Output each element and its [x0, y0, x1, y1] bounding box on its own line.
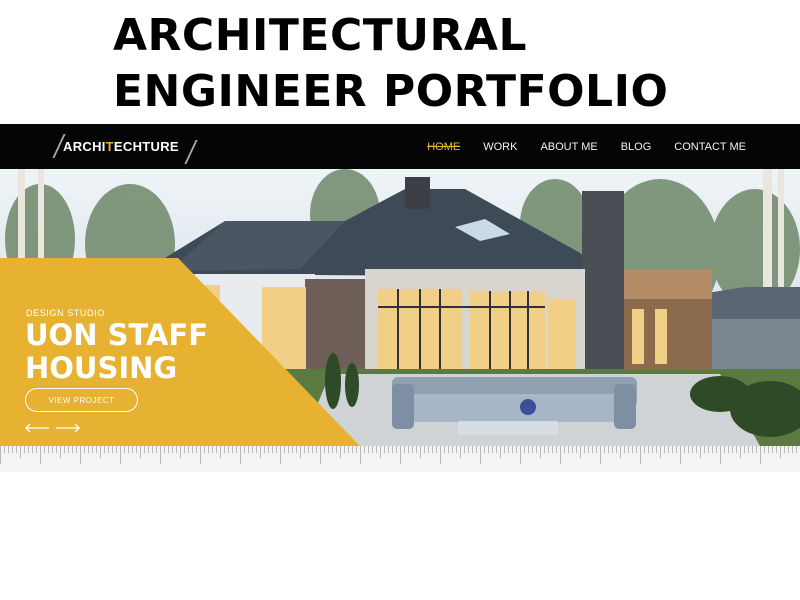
page-heading-line-1: ARCHITECTURAL [113, 10, 527, 61]
nav-menu: HOME WORK ABOUT ME BLOG CONTACT ME [427, 124, 746, 169]
logo-slash-right [184, 140, 198, 164]
logo-text-part-2: ECHTURE [113, 139, 179, 154]
nav-item-contact-me[interactable]: CONTACT ME [674, 141, 746, 153]
logo-text-accent: T [105, 139, 114, 154]
logo-text: ARCHITECHTURE [63, 139, 179, 154]
promo-label: DESIGN STUDIO [26, 308, 105, 318]
ruler-decoration [0, 446, 800, 472]
chimney-left [405, 177, 430, 209]
promo-title-line-1: UON STAFF [25, 318, 209, 352]
navbar: ARCHITECHTURE HOME WORK ABOUT ME BLOG CO… [0, 124, 800, 169]
view-project-button[interactable]: VIEW PROJECT [25, 388, 138, 412]
nav-item-home[interactable]: HOME [427, 141, 460, 153]
promo-title-line-2: HOUSING [25, 351, 178, 385]
arrow-right-icon[interactable] [55, 423, 81, 433]
nav-item-work[interactable]: WORK [483, 141, 517, 153]
logo-text-part-1: ARCHI [63, 139, 106, 154]
page-heading-line-2: ENGINEER PORTFOLIO [113, 66, 669, 117]
nav-item-blog[interactable]: BLOG [621, 141, 652, 153]
page-heading: ARCHITECTURAL ENGINEER PORTFOLIO [113, 8, 753, 120]
nav-item-about-me[interactable]: ABOUT ME [540, 141, 597, 153]
neighbour-house [700, 287, 800, 379]
chimney-right [582, 191, 624, 381]
arrow-left-icon[interactable] [24, 423, 50, 433]
hero-banner: DESIGN STUDIO UON STAFF HOUSING VIEW PRO… [0, 169, 800, 446]
site-logo[interactable]: ARCHITECHTURE [52, 134, 202, 164]
promo-title: UON STAFF HOUSING [25, 319, 208, 385]
